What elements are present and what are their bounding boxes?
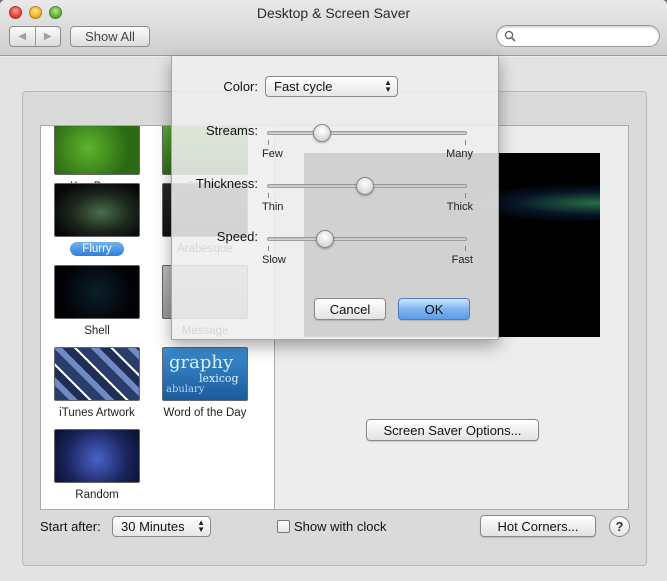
screensaver-label: Shell: [42, 325, 152, 337]
start-after-value: 30 Minutes: [121, 519, 185, 534]
cancel-button[interactable]: Cancel: [314, 298, 386, 320]
search-input[interactable]: [519, 28, 653, 44]
screensaver-label: iTunes Artwork: [42, 407, 152, 419]
speed-max-label: Fast: [451, 254, 473, 266]
start-after-popup[interactable]: 30 Minutes ▲ ▼: [112, 516, 211, 537]
screensaver-thumbnail[interactable]: [54, 429, 140, 483]
slider-tick: [465, 246, 466, 251]
show-with-clock-checkbox[interactable]: [277, 520, 290, 533]
title-bar: Desktop & Screen Saver ◀ ▶ Show All: [0, 0, 667, 56]
screensaver-name: Flurry: [70, 242, 124, 256]
word-thumb-line2: lexicog: [199, 372, 239, 385]
screensaver-name: iTunes Artwork: [59, 407, 135, 419]
screensaver-thumbnail[interactable]: [54, 126, 140, 175]
slider-tick: [268, 246, 269, 251]
screensaver-label: Word of the Day: [150, 407, 260, 419]
word-thumb-line3: abulary: [166, 384, 205, 395]
speed-label: Speed:: [216, 229, 258, 244]
speed-min-label: Slow: [262, 254, 286, 266]
slider-tick: [268, 140, 269, 145]
screensaver-label: Random: [42, 489, 152, 501]
window-title: Desktop & Screen Saver: [256, 5, 411, 21]
screensaver-label: Flurry: [42, 242, 152, 256]
popup-arrows-icon: ▲ ▼: [197, 518, 205, 534]
ok-button[interactable]: OK: [398, 298, 470, 320]
back-arrow-icon: ◀: [18, 31, 27, 42]
streams-slider-knob[interactable]: [312, 124, 331, 142]
screensaver-thumbnail[interactable]: [54, 347, 140, 401]
color-popup[interactable]: Fast cycle ▲ ▼: [265, 76, 398, 97]
thickness-slider-knob[interactable]: [356, 177, 375, 195]
streams-slider-track[interactable]: [267, 131, 467, 135]
thickness-label: Thickness:: [195, 176, 258, 191]
slider-tick: [268, 193, 269, 198]
show-with-clock-label: Show with clock: [294, 519, 387, 534]
hot-corners-button[interactable]: Hot Corners...: [480, 515, 596, 537]
forward-arrow-icon: ▶: [43, 31, 52, 42]
back-forward-control: ◀ ▶: [9, 26, 61, 47]
color-label: Color:: [223, 79, 258, 94]
color-value: Fast cycle: [274, 79, 333, 94]
streams-max-label: Many: [446, 148, 473, 160]
preferences-window: Desktop & Screen Saver ◀ ▶ Show All Ken …: [0, 0, 667, 581]
screensaver-name: Random: [75, 489, 119, 501]
popup-arrows-icon: ▲ ▼: [384, 78, 392, 94]
search-field[interactable]: [496, 25, 660, 47]
start-after-label: Start after:: [40, 519, 101, 534]
search-icon: [504, 30, 516, 42]
slider-tick: [465, 140, 466, 145]
screensaver-name: Word of the Day: [163, 407, 247, 419]
speed-slider-knob[interactable]: [316, 230, 335, 248]
screensaver-thumbnail[interactable]: graphy lexicog abulary: [162, 347, 248, 401]
back-button[interactable]: ◀: [10, 27, 35, 46]
help-button[interactable]: ?: [609, 516, 630, 537]
show-all-button[interactable]: Show All: [70, 26, 150, 47]
streams-label: Streams:: [205, 123, 258, 138]
streams-min-label: Few: [262, 148, 283, 160]
thickness-max-label: Thick: [446, 201, 473, 213]
forward-button[interactable]: ▶: [34, 27, 61, 46]
screensaver-thumbnail[interactable]: [54, 183, 140, 237]
slider-tick: [465, 193, 466, 198]
thickness-min-label: Thin: [262, 201, 284, 213]
screen-saver-options-button[interactable]: Screen Saver Options...: [366, 419, 539, 441]
screensaver-name: Shell: [84, 325, 110, 337]
screensaver-thumbnail[interactable]: [54, 265, 140, 319]
word-thumb-big: graphy: [169, 352, 234, 373]
speed-slider-track[interactable]: [267, 237, 467, 241]
flurry-options-sheet: Color: Fast cycle ▲ ▼ Streams: Few Many Thic…: [171, 56, 499, 340]
